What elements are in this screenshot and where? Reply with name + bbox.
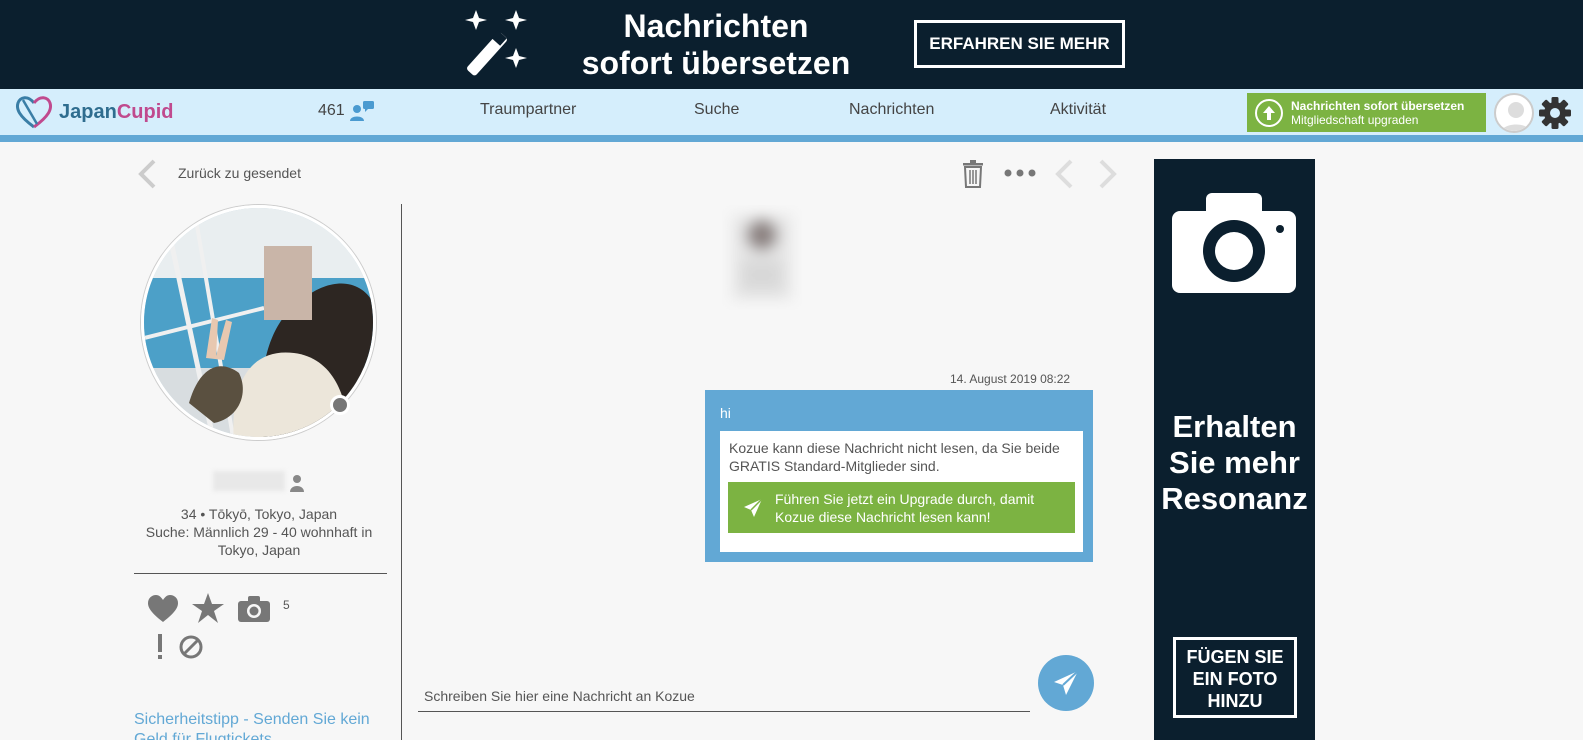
paper-plane-icon (1054, 670, 1079, 695)
chat-people-icon (349, 101, 374, 121)
arrow-up-circle-icon (1255, 98, 1283, 127)
column-divider (401, 204, 402, 740)
read-notice-box: Kozue kann diese Nachricht nicht lesen, … (720, 431, 1083, 552)
exclamation-icon[interactable] (157, 634, 163, 660)
star-icon[interactable] (192, 593, 224, 623)
logo-text-cupid: Cupid (116, 100, 174, 123)
safety-tip-link[interactable]: Sicherheitstipp - Senden Sie kein Geld f… (134, 710, 394, 740)
upgrade-title: Nachrichten sofort übersetzen (1291, 98, 1465, 113)
photo-count: 5 (283, 598, 290, 612)
messages-count[interactable]: 461 (318, 101, 374, 121)
profile-info: 34 • Tōkyō, Tokyo, Japan Suche: Männlich… (134, 505, 384, 559)
banner-title: Nachrichten sofort übersetzen (581, 8, 851, 81)
online-status-dot (330, 395, 350, 415)
nav-traumpartner[interactable]: Traumpartner (480, 101, 576, 119)
nav-underline (0, 135, 1583, 142)
gear-icon[interactable] (1538, 96, 1572, 130)
nav-nachrichten[interactable]: Nachrichten (849, 101, 934, 119)
message-text: hi (720, 405, 731, 421)
messages-count-value: 461 (318, 102, 345, 119)
more-dots-icon[interactable] (1003, 166, 1037, 180)
heart-logo-icon (15, 96, 53, 129)
camera-icon (1172, 193, 1296, 293)
back-to-sent-link[interactable]: Zurück zu gesendet (178, 165, 301, 181)
upgrade-subtitle: Mitgliedschaft upgraden (1291, 112, 1419, 127)
magic-wand-icon (465, 10, 527, 76)
block-icon[interactable] (179, 635, 203, 659)
chevron-right-icon[interactable] (1097, 158, 1119, 190)
ad-title: Erhalten Sie mehr Resonanz (1161, 409, 1308, 516)
logo-text-japan: Japan (59, 100, 117, 123)
profile-seeking: Suche: Männlich 29 - 40 wohnhaft in Toky… (145, 524, 373, 558)
upgrade-to-read-button[interactable]: Führen Sie jetzt ein Upgrade durch, dami… (728, 482, 1075, 533)
nav-aktivitaet[interactable]: Aktivität (1050, 101, 1106, 119)
logo[interactable]: Japan Cupid (15, 94, 173, 130)
trash-icon[interactable] (962, 160, 984, 188)
message-bubble: hi Kozue kann diese Nachricht nicht lese… (705, 390, 1093, 562)
previous-chevron-icon[interactable] (1053, 158, 1075, 190)
camera-icon[interactable] (238, 596, 270, 622)
read-notice-text: Kozue kann diese Nachricht nicht lesen, … (729, 440, 1060, 474)
upgrade-membership-button[interactable]: Nachrichten sofort übersetzen Mitgliedsc… (1247, 93, 1486, 132)
user-avatar[interactable] (1494, 93, 1534, 133)
message-input[interactable] (418, 680, 1030, 712)
person-icon (290, 475, 304, 492)
paper-plane-icon (744, 497, 763, 517)
profile-age-location: 34 • Tōkyō, Tokyo, Japan (180, 506, 338, 522)
send-button[interactable] (1038, 655, 1094, 711)
profile-name-blurred (213, 471, 285, 491)
chevron-left-icon[interactable] (136, 158, 158, 190)
nav-suche[interactable]: Suche (694, 101, 739, 119)
upgrade-to-read-label: Führen Sie jetzt ein Upgrade durch, dami… (775, 490, 1035, 525)
add-photo-ad: Erhalten Sie mehr Resonanz FÜGEN SIE EIN… (1154, 159, 1315, 740)
message-timestamp: 14. August 2019 08:22 (950, 372, 1071, 386)
heart-icon[interactable] (148, 595, 178, 623)
top-ad-banner[interactable]: Nachrichten sofort übersetzen ERFAHREN S… (0, 0, 1583, 89)
profile-divider (134, 573, 387, 574)
add-photo-button[interactable]: FÜGEN SIE EIN FOTO HINZU (1173, 637, 1297, 718)
blurred-photo (732, 215, 792, 300)
learn-more-button[interactable]: ERFAHREN SIE MEHR (914, 20, 1125, 68)
